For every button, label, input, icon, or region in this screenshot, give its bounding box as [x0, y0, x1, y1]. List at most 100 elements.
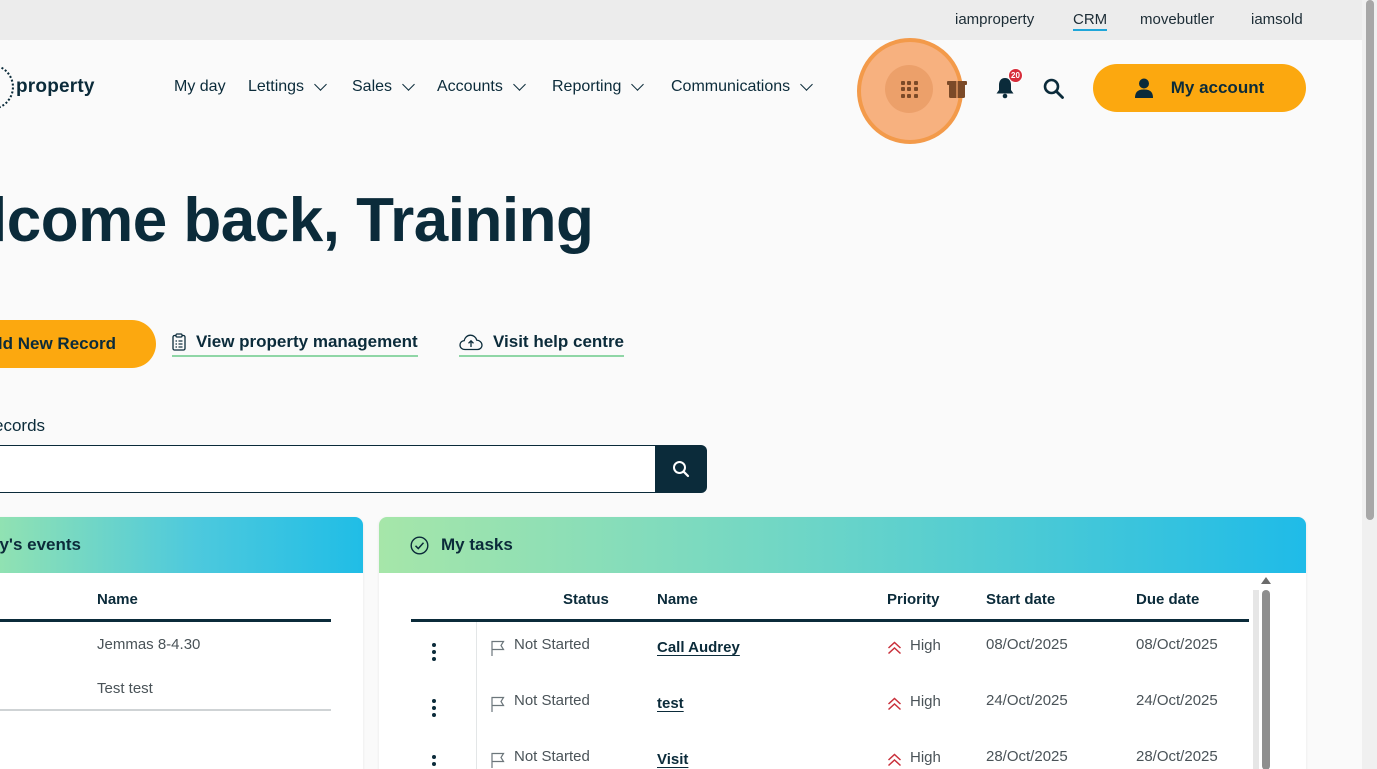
task-status: Not Started [490, 748, 590, 769]
nav-item-sales[interactable]: Sales [352, 78, 415, 96]
nav-label: Communications [671, 78, 791, 95]
tasks-column-name[interactable]: Name [657, 591, 698, 608]
events-table-bottom-border [0, 709, 331, 711]
nav-item-accounts[interactable]: Accounts [437, 78, 526, 96]
gift-button[interactable] [946, 76, 968, 100]
my-tasks-title: My tasks [441, 535, 513, 554]
flag-icon [491, 752, 505, 768]
chevron-down-icon [314, 78, 327, 91]
nav-item-communications[interactable]: Communications [671, 78, 814, 96]
events-header-divider [0, 619, 331, 622]
logo-text: property [16, 76, 95, 97]
task-priority-text: High [910, 749, 941, 766]
chevron-down-icon [402, 78, 415, 91]
tasks-column-priority[interactable]: Priority [887, 591, 940, 608]
visit-help-centre-label: Visit help centre [493, 332, 625, 351]
task-start-date: 08/Oct/2025 [986, 636, 1068, 653]
task-status-text: Not Started [514, 636, 590, 653]
scroll-up-arrow-icon[interactable] [1261, 577, 1271, 584]
top-utility-bar: iamproperty CRM movebutler iamsold [0, 0, 1362, 40]
my-tasks-header: My tasks [379, 517, 1306, 573]
logo[interactable]: property [0, 62, 95, 112]
search-icon [673, 461, 690, 478]
tasks-scrollbar-thumb[interactable] [1262, 590, 1270, 769]
page-scrollbar-thumb[interactable] [1366, 0, 1374, 520]
page-title: lcome back, Training [0, 186, 594, 255]
chevron-down-icon [631, 78, 645, 91]
nav-label: Reporting [552, 78, 622, 95]
cloud-upload-icon [459, 334, 483, 350]
task-status-text: Not Started [514, 748, 590, 765]
search-records-label: ecords [0, 416, 46, 435]
tasks-scrollbar-track[interactable] [1253, 590, 1270, 769]
events-column-name: Name [97, 591, 138, 608]
search-records-input[interactable] [0, 445, 656, 493]
nav-item-my-day[interactable]: My day [174, 78, 226, 96]
topbar-link-crm[interactable]: CRM [1073, 11, 1108, 31]
apps-grid-icon [900, 80, 918, 98]
row-actions-kebab-icon[interactable] [432, 755, 436, 769]
notifications-button[interactable]: 20 [994, 68, 1023, 100]
topbar-link-movebutler[interactable]: movebutler [1140, 11, 1214, 28]
todays-events-title: ay's events [0, 535, 81, 554]
task-status: Not Started [490, 636, 590, 657]
apps-grid-button[interactable] [885, 65, 933, 113]
global-search-button[interactable] [1042, 77, 1064, 99]
task-name-link[interactable]: Call Audrey [657, 639, 740, 656]
task-status-text: Not Started [514, 692, 590, 709]
priority-high-icon [887, 641, 902, 655]
task-start-date: 28/Oct/2025 [986, 748, 1068, 765]
nav-label: Lettings [248, 78, 305, 95]
tasks-header-divider [411, 619, 1249, 622]
nav-label: My day [174, 78, 226, 95]
tasks-column-due-date[interactable]: Due date [1136, 591, 1199, 608]
clipboard-icon [172, 333, 186, 351]
event-row-name[interactable]: Test test [97, 680, 153, 697]
task-priority-text: High [910, 637, 941, 654]
task-name-link[interactable]: Visit [657, 751, 688, 768]
add-new-record-button[interactable]: ld New Record [0, 320, 156, 368]
task-priority-text: High [910, 693, 941, 710]
task-due-date: 08/Oct/2025 [1136, 636, 1218, 653]
user-icon [1134, 78, 1153, 98]
my-account-button[interactable]: My account [1093, 64, 1306, 112]
topbar-link-iamproperty[interactable]: iamproperty [955, 11, 1034, 28]
view-property-management-link[interactable]: View property management [172, 332, 418, 357]
task-name-link[interactable]: test [657, 695, 684, 712]
search-submit-button[interactable] [655, 445, 707, 493]
my-account-label: My account [1170, 78, 1265, 97]
tasks-column-status[interactable]: Status [563, 591, 609, 608]
todays-events-header: ay's events [0, 517, 363, 573]
priority-high-icon [887, 697, 902, 711]
check-circle-icon [410, 535, 429, 555]
nav-item-lettings[interactable]: Lettings [248, 78, 327, 96]
page-scrollbar[interactable] [1362, 0, 1377, 769]
chevron-down-icon [800, 78, 814, 91]
task-due-date: 28/Oct/2025 [1136, 748, 1218, 765]
search-icon [1043, 78, 1064, 99]
flag-icon [491, 640, 505, 656]
tasks-actions-divider [476, 622, 477, 769]
flag-icon [491, 696, 505, 712]
task-priority: High [887, 636, 941, 655]
row-actions-kebab-icon[interactable] [432, 699, 436, 717]
nav-item-reporting[interactable]: Reporting [552, 78, 645, 96]
tasks-column-start-date[interactable]: Start date [986, 591, 1055, 608]
row-actions-kebab-icon[interactable] [432, 643, 436, 661]
task-start-date: 24/Oct/2025 [986, 692, 1068, 709]
priority-high-icon [887, 753, 902, 767]
event-row-name[interactable]: Jemmas 8-4.30 [97, 636, 200, 653]
nav-label: Sales [352, 78, 393, 95]
visit-help-centre-link[interactable]: Visit help centre [459, 332, 625, 357]
logo-ring-icon [0, 64, 14, 110]
chevron-down-icon [512, 78, 526, 91]
task-status: Not Started [490, 692, 590, 713]
nav-label: Accounts [437, 78, 503, 95]
task-due-date: 24/Oct/2025 [1136, 692, 1218, 709]
add-new-record-label: ld New Record [0, 334, 116, 353]
topbar-link-iamsold[interactable]: iamsold [1251, 11, 1303, 28]
task-priority: High [887, 692, 941, 711]
notification-count-badge: 20 [1008, 68, 1023, 83]
task-priority: High [887, 748, 941, 767]
gift-icon [947, 81, 967, 98]
